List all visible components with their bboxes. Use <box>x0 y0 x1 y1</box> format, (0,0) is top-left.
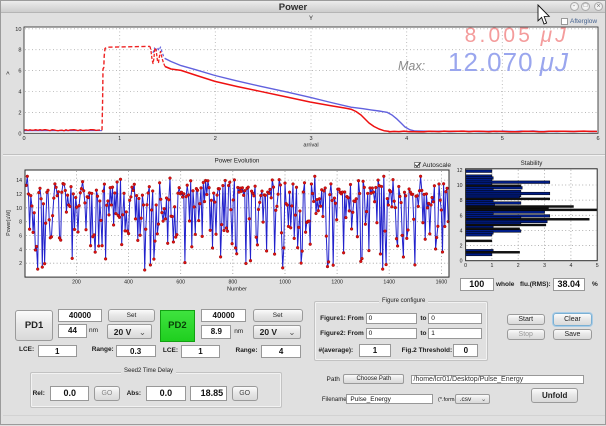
svg-text:8: 8 <box>460 198 463 204</box>
svg-text:4: 4 <box>569 263 572 269</box>
svg-text:0: 0 <box>460 259 463 265</box>
svg-text:2: 2 <box>18 110 21 116</box>
svg-text:600: 600 <box>176 280 185 286</box>
svg-text:4: 4 <box>18 90 21 96</box>
svg-text:800: 800 <box>228 280 237 286</box>
svg-text:5: 5 <box>501 136 504 142</box>
svg-text:200: 200 <box>72 280 81 286</box>
svg-text:3: 3 <box>543 263 546 269</box>
svg-text:0: 0 <box>18 131 21 137</box>
svg-text:1000: 1000 <box>279 280 291 286</box>
svg-text:10: 10 <box>16 206 22 212</box>
svg-text:14: 14 <box>16 178 22 184</box>
svg-text:400: 400 <box>124 280 133 286</box>
svg-text:>: > <box>6 71 12 75</box>
svg-text:2: 2 <box>214 136 217 142</box>
svg-text:4: 4 <box>460 228 463 234</box>
svg-text:1600: 1600 <box>436 280 448 286</box>
svg-text:10: 10 <box>15 27 21 33</box>
svg-text:2: 2 <box>19 261 22 267</box>
svg-text:Power Evolution: Power Evolution <box>215 158 260 165</box>
svg-text:6: 6 <box>460 213 463 219</box>
svg-text:1: 1 <box>118 136 121 142</box>
svg-text:6: 6 <box>18 69 21 75</box>
svg-text:6: 6 <box>596 136 599 142</box>
svg-text:2: 2 <box>517 263 520 269</box>
svg-text:1200: 1200 <box>331 280 343 286</box>
svg-text:6: 6 <box>19 234 22 240</box>
svg-text:3: 3 <box>309 136 312 142</box>
svg-text:Y: Y <box>309 16 313 22</box>
svg-text:1400: 1400 <box>383 280 395 286</box>
svg-text:8: 8 <box>18 48 21 54</box>
svg-text:0: 0 <box>464 263 467 269</box>
svg-text:12: 12 <box>16 192 22 198</box>
svg-text:Stability: Stability <box>521 160 544 167</box>
svg-text:10: 10 <box>457 183 463 189</box>
svg-text:0: 0 <box>22 136 25 142</box>
svg-text:2: 2 <box>460 244 463 250</box>
svg-text:Number: Number <box>227 287 247 293</box>
svg-text:4: 4 <box>405 136 408 142</box>
svg-text:8: 8 <box>19 220 22 226</box>
svg-text:5: 5 <box>596 263 599 269</box>
svg-text:4: 4 <box>19 247 22 253</box>
svg-text:12: 12 <box>457 168 463 174</box>
svg-text:1: 1 <box>490 263 493 269</box>
svg-text:arrival: arrival <box>303 143 318 149</box>
svg-text:Power[uW]: Power[uW] <box>6 210 12 236</box>
